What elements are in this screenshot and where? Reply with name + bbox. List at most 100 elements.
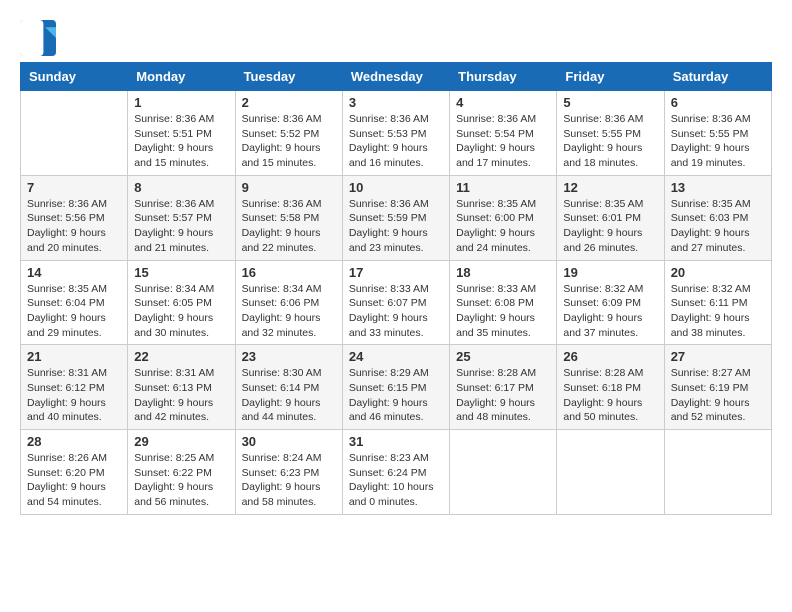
cell-info: Sunrise: 8:30 AMSunset: 6:14 PMDaylight:… <box>242 366 336 425</box>
cell-info: Sunrise: 8:25 AMSunset: 6:22 PMDaylight:… <box>134 451 228 510</box>
weekday-header-saturday: Saturday <box>664 63 771 91</box>
day-number: 5 <box>563 95 657 110</box>
cell-info: Sunrise: 8:24 AMSunset: 6:23 PMDaylight:… <box>242 451 336 510</box>
weekday-header-monday: Monday <box>128 63 235 91</box>
day-number: 23 <box>242 349 336 364</box>
calendar-cell: 7 Sunrise: 8:36 AMSunset: 5:56 PMDaylight… <box>21 175 128 260</box>
day-number: 20 <box>671 265 765 280</box>
calendar-cell <box>664 430 771 515</box>
cell-info: Sunrise: 8:36 AMSunset: 5:52 PMDaylight:… <box>242 112 336 171</box>
day-number: 24 <box>349 349 443 364</box>
weekday-header-wednesday: Wednesday <box>342 63 449 91</box>
week-row-5: 28Sunrise: 8:26 AMSunset: 6:20 PMDayligh… <box>21 430 772 515</box>
day-number: 1 <box>134 95 228 110</box>
cell-info: Sunrise: 8:36 AMSunset: 5:53 PMDaylight:… <box>349 112 443 171</box>
day-number: 29 <box>134 434 228 449</box>
cell-info: Sunrise: 8:27 AMSunset: 6:19 PMDaylight:… <box>671 366 765 425</box>
day-number: 9 <box>242 180 336 195</box>
calendar-cell: 25Sunrise: 8:28 AMSunset: 6:17 PMDayligh… <box>450 345 557 430</box>
cell-info: Sunrise: 8:28 AMSunset: 6:17 PMDaylight:… <box>456 366 550 425</box>
weekday-header-sunday: Sunday <box>21 63 128 91</box>
calendar-cell: 30 Sunrise: 8:24 AMSunset: 6:23 PMDayligh… <box>235 430 342 515</box>
logo <box>20 20 62 56</box>
day-number: 7 <box>27 180 121 195</box>
day-number: 6 <box>671 95 765 110</box>
weekday-header-tuesday: Tuesday <box>235 63 342 91</box>
week-row-4: 21 Sunrise: 8:31 AMSunset: 6:12 PMDayligh… <box>21 345 772 430</box>
calendar-cell: 23 Sunrise: 8:30 AMSunset: 6:14 PMDayligh… <box>235 345 342 430</box>
day-number: 27 <box>671 349 765 364</box>
day-number: 8 <box>134 180 228 195</box>
calendar-cell: 27 Sunrise: 8:27 AMSunset: 6:19 PMDayligh… <box>664 345 771 430</box>
calendar-cell: 22Sunrise: 8:31 AMSunset: 6:13 PMDayligh… <box>128 345 235 430</box>
day-number: 26 <box>563 349 657 364</box>
cell-info: Sunrise: 8:33 AMSunset: 6:08 PMDaylight:… <box>456 282 550 341</box>
day-number: 12 <box>563 180 657 195</box>
cell-info: Sunrise: 8:36 AMSunset: 5:59 PMDaylight:… <box>349 197 443 256</box>
calendar-cell: 4 Sunrise: 8:36 AMSunset: 5:54 PMDaylight… <box>450 91 557 176</box>
cell-info: Sunrise: 8:35 AMSunset: 6:03 PMDaylight:… <box>671 197 765 256</box>
calendar-cell: 15 Sunrise: 8:34 AMSunset: 6:05 PMDayligh… <box>128 260 235 345</box>
calendar-cell <box>450 430 557 515</box>
day-number: 28 <box>27 434 121 449</box>
calendar-cell <box>557 430 664 515</box>
day-number: 18 <box>456 265 550 280</box>
calendar-cell: 29 Sunrise: 8:25 AMSunset: 6:22 PMDayligh… <box>128 430 235 515</box>
cell-info: Sunrise: 8:31 AMSunset: 6:12 PMDaylight:… <box>27 366 121 425</box>
calendar-cell: 21 Sunrise: 8:31 AMSunset: 6:12 PMDayligh… <box>21 345 128 430</box>
day-number: 11 <box>456 180 550 195</box>
day-number: 4 <box>456 95 550 110</box>
day-number: 15 <box>134 265 228 280</box>
cell-info: Sunrise: 8:34 AMSunset: 6:06 PMDaylight:… <box>242 282 336 341</box>
cell-info: Sunrise: 8:34 AMSunset: 6:05 PMDaylight:… <box>134 282 228 341</box>
cell-info: Sunrise: 8:36 AMSunset: 5:57 PMDaylight:… <box>134 197 228 256</box>
cell-info: Sunrise: 8:32 AMSunset: 6:11 PMDaylight:… <box>671 282 765 341</box>
week-row-3: 14Sunrise: 8:35 AMSunset: 6:04 PMDayligh… <box>21 260 772 345</box>
calendar-cell: 1 Sunrise: 8:36 AMSunset: 5:51 PMDaylight… <box>128 91 235 176</box>
day-number: 21 <box>27 349 121 364</box>
calendar-cell: 26Sunrise: 8:28 AMSunset: 6:18 PMDayligh… <box>557 345 664 430</box>
logo-icon <box>20 20 56 56</box>
day-number: 13 <box>671 180 765 195</box>
calendar-cell: 24Sunrise: 8:29 AMSunset: 6:15 PMDayligh… <box>342 345 449 430</box>
calendar-cell: 2 Sunrise: 8:36 AMSunset: 5:52 PMDaylight… <box>235 91 342 176</box>
week-row-2: 7 Sunrise: 8:36 AMSunset: 5:56 PMDaylight… <box>21 175 772 260</box>
calendar-cell: 12 Sunrise: 8:35 AMSunset: 6:01 PMDayligh… <box>557 175 664 260</box>
calendar-cell: 31 Sunrise: 8:23 AMSunset: 6:24 PMDayligh… <box>342 430 449 515</box>
day-number: 16 <box>242 265 336 280</box>
day-number: 19 <box>563 265 657 280</box>
cell-info: Sunrise: 8:36 AMSunset: 5:58 PMDaylight:… <box>242 197 336 256</box>
cell-info: Sunrise: 8:35 AMSunset: 6:04 PMDaylight:… <box>27 282 121 341</box>
day-number: 10 <box>349 180 443 195</box>
cell-info: Sunrise: 8:23 AMSunset: 6:24 PMDaylight:… <box>349 451 443 510</box>
calendar-cell: 17 Sunrise: 8:33 AMSunset: 6:07 PMDayligh… <box>342 260 449 345</box>
calendar-cell: 14Sunrise: 8:35 AMSunset: 6:04 PMDayligh… <box>21 260 128 345</box>
calendar-cell <box>21 91 128 176</box>
week-row-1: 1 Sunrise: 8:36 AMSunset: 5:51 PMDaylight… <box>21 91 772 176</box>
day-number: 2 <box>242 95 336 110</box>
cell-info: Sunrise: 8:36 AMSunset: 5:56 PMDaylight:… <box>27 197 121 256</box>
calendar-cell: 11 Sunrise: 8:35 AMSunset: 6:00 PMDayligh… <box>450 175 557 260</box>
day-number: 31 <box>349 434 443 449</box>
cell-info: Sunrise: 8:36 AMSunset: 5:51 PMDaylight:… <box>134 112 228 171</box>
day-number: 30 <box>242 434 336 449</box>
calendar-cell: 5Sunrise: 8:36 AMSunset: 5:55 PMDaylight… <box>557 91 664 176</box>
calendar-table: SundayMondayTuesdayWednesdayThursdayFrid… <box>20 62 772 515</box>
cell-info: Sunrise: 8:36 AMSunset: 5:55 PMDaylight:… <box>671 112 765 171</box>
cell-info: Sunrise: 8:33 AMSunset: 6:07 PMDaylight:… <box>349 282 443 341</box>
cell-info: Sunrise: 8:36 AMSunset: 5:54 PMDaylight:… <box>456 112 550 171</box>
calendar-cell: 3 Sunrise: 8:36 AMSunset: 5:53 PMDaylight… <box>342 91 449 176</box>
day-number: 3 <box>349 95 443 110</box>
calendar-cell: 13 Sunrise: 8:35 AMSunset: 6:03 PMDayligh… <box>664 175 771 260</box>
weekday-header-friday: Friday <box>557 63 664 91</box>
day-number: 17 <box>349 265 443 280</box>
cell-info: Sunrise: 8:31 AMSunset: 6:13 PMDaylight:… <box>134 366 228 425</box>
calendar-cell: 6 Sunrise: 8:36 AMSunset: 5:55 PMDaylight… <box>664 91 771 176</box>
cell-info: Sunrise: 8:35 AMSunset: 6:01 PMDaylight:… <box>563 197 657 256</box>
calendar-cell: 16 Sunrise: 8:34 AMSunset: 6:06 PMDayligh… <box>235 260 342 345</box>
calendar-cell: 28Sunrise: 8:26 AMSunset: 6:20 PMDayligh… <box>21 430 128 515</box>
cell-info: Sunrise: 8:35 AMSunset: 6:00 PMDaylight:… <box>456 197 550 256</box>
calendar-cell: 10 Sunrise: 8:36 AMSunset: 5:59 PMDayligh… <box>342 175 449 260</box>
calendar-cell: 19Sunrise: 8:32 AMSunset: 6:09 PMDayligh… <box>557 260 664 345</box>
calendar-cell: 8 Sunrise: 8:36 AMSunset: 5:57 PMDaylight… <box>128 175 235 260</box>
